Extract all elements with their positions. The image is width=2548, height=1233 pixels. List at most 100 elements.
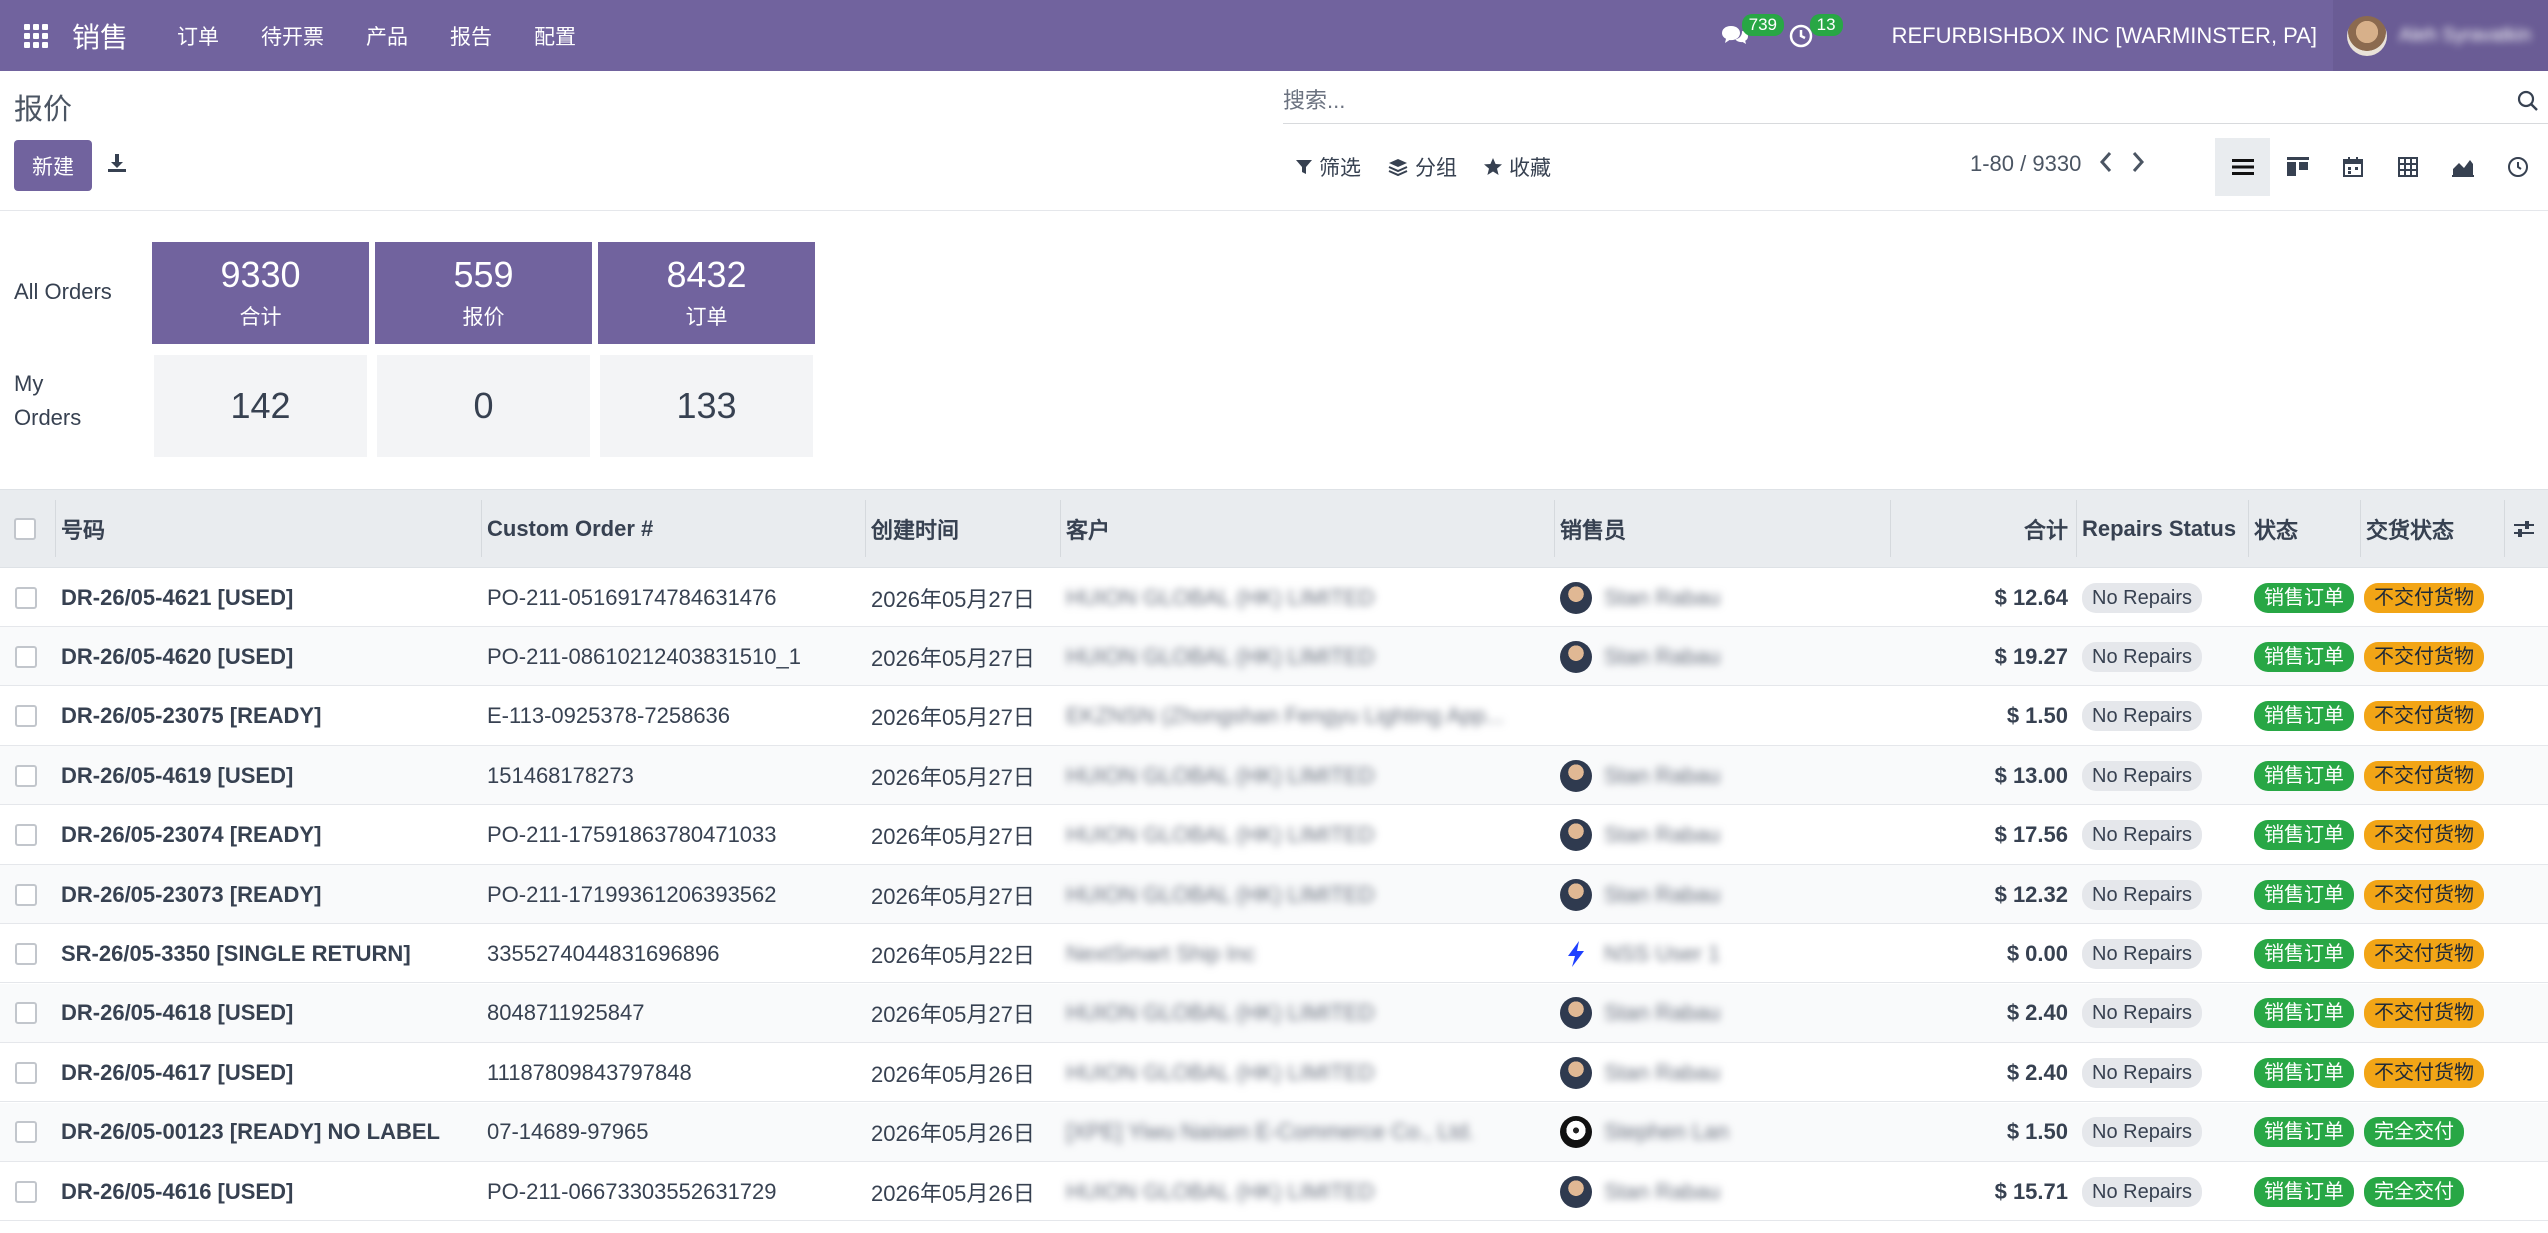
row-checkbox[interactable]	[15, 1002, 37, 1025]
repairs-status-badge: No Repairs	[2082, 938, 2203, 969]
custom-order-number: PO-211-17591863780471033	[487, 822, 777, 848]
company-switcher[interactable]: REFURBISHBOX INC [WARMINSTER, PA]	[1892, 23, 2317, 49]
sliders-icon	[2514, 520, 2534, 537]
salesperson-cell	[1560, 687, 1882, 746]
row-checkbox[interactable]	[15, 942, 37, 965]
customer-name: HUION GLOBAL (HK) LIMITED	[1066, 762, 1375, 788]
my-orders-sales-orders-tile[interactable]: 133	[600, 355, 813, 457]
menu-configuration[interactable]: 配置	[513, 0, 597, 71]
table-row[interactable]: DR-26/05-23074 [READY] PO-211-17591863780…	[0, 806, 2548, 865]
salesperson-name: Stan Rabau	[1604, 762, 1721, 788]
created-date: 2026年05月26日	[871, 1061, 1035, 1087]
state-badge: 销售订单	[2254, 701, 2354, 732]
repairs-status-badge: No Repairs	[2082, 1117, 2203, 1148]
pager-previous-button[interactable]	[2099, 148, 2113, 180]
select-all-checkbox[interactable]	[14, 517, 36, 540]
new-button[interactable]: 新建	[14, 140, 92, 191]
row-checkbox[interactable]	[15, 705, 37, 728]
row-checkbox[interactable]	[15, 883, 37, 906]
table-row[interactable]: DR-26/05-00123 [READY] NO LABEL 07-14689-…	[0, 1102, 2548, 1162]
tile-value: 133	[676, 385, 737, 426]
salesperson-name: Stan Rabau	[1604, 584, 1721, 610]
list-view-button[interactable]	[2215, 138, 2270, 196]
graph-view-button[interactable]	[2435, 138, 2490, 196]
search-button[interactable]	[2508, 90, 2548, 112]
row-checkbox[interactable]	[15, 1061, 37, 1084]
calendar-icon	[2342, 157, 2363, 177]
row-checkbox[interactable]	[15, 1180, 37, 1203]
user-menu[interactable]: Aleh Syravatkin	[2333, 0, 2548, 71]
list-icon	[2231, 159, 2254, 175]
kanban-icon	[2286, 157, 2309, 176]
column-header-salesperson[interactable]: 销售员	[1560, 490, 1626, 567]
salesperson-avatar	[1560, 819, 1592, 852]
table-row[interactable]: DR-26/05-4620 [USED] PO-211-0861021240383…	[0, 627, 2548, 687]
customer-name: HUION GLOBAL (HK) LIMITED	[1066, 881, 1375, 907]
table-row[interactable]: DR-26/05-4618 [USED] 8048711925847 2026年05…	[0, 983, 2548, 1043]
table-row[interactable]: DR-26/05-4617 [USED] 11187809843797848 202…	[0, 1043, 2548, 1103]
table-row[interactable]: DR-26/05-4619 [USED] 151468178273 2026年05月…	[0, 746, 2548, 806]
column-header-custom-order[interactable]: Custom Order #	[487, 490, 653, 567]
table-row[interactable]: SR-26/05-3350 [SINGLE RETURN] 33552740448…	[0, 924, 2548, 984]
all-orders-quotations-tile[interactable]: 559 报价	[375, 242, 592, 344]
all-orders-total-tile[interactable]: 9330 合计	[152, 242, 369, 344]
salesperson-cell: Stan Rabau	[1560, 865, 1882, 924]
order-number: DR-26/05-23074 [READY]	[61, 822, 322, 848]
row-checkbox[interactable]	[15, 586, 37, 609]
order-total: $ 19.27	[1994, 643, 2068, 669]
calendar-view-button[interactable]	[2325, 138, 2380, 196]
delivery-status-badge: 不交付货物	[2364, 879, 2484, 910]
created-date: 2026年05月27日	[871, 824, 1035, 850]
table-row[interactable]: DR-26/05-4616 [USED] PO-211-0667330355263…	[0, 1162, 2548, 1221]
table-row[interactable]: DR-26/05-23075 [READY] E-113-0925378-7258…	[0, 687, 2548, 746]
filter-toggle[interactable]: 筛选	[1295, 152, 1361, 182]
order-total: $ 1.50	[2006, 1119, 2068, 1145]
column-header-number[interactable]: 号码	[61, 490, 105, 567]
column-header-delivery-status[interactable]: 交货状态	[2366, 490, 2454, 567]
groupby-toggle[interactable]: 分组	[1387, 152, 1457, 182]
kanban-view-button[interactable]	[2270, 138, 2325, 196]
user-name: Aleh Syravatkin	[2399, 24, 2532, 46]
filter-label: 筛选	[1319, 157, 1361, 180]
area-chart-icon	[2451, 160, 2474, 177]
favorites-toggle[interactable]: 收藏	[1483, 152, 1551, 182]
delivery-status-badge: 不交付货物	[2364, 582, 2484, 613]
search-input[interactable]	[1283, 87, 2508, 114]
row-checkbox[interactable]	[15, 824, 37, 847]
custom-order-number: 11187809843797848	[487, 1059, 692, 1085]
activities-button[interactable]: 13	[1788, 0, 1843, 71]
messages-button[interactable]: 739	[1720, 0, 1784, 71]
row-checkbox[interactable]	[15, 1121, 37, 1144]
column-header-total[interactable]: 合计	[1896, 490, 2068, 567]
optional-columns-toggle[interactable]	[2512, 490, 2536, 567]
table-row[interactable]: DR-26/05-23073 [READY] PO-211-17199361206…	[0, 865, 2548, 924]
state-badge: 销售订单	[2254, 879, 2354, 910]
apps-menu-icon[interactable]	[0, 0, 72, 71]
activity-view-button[interactable]	[2490, 138, 2545, 196]
order-total: $ 12.32	[1994, 881, 2068, 907]
all-orders-sales-orders-tile[interactable]: 8432 订单	[598, 242, 815, 344]
menu-products[interactable]: 产品	[345, 0, 429, 71]
column-header-repairs-status[interactable]: Repairs Status	[2082, 490, 2236, 567]
customer-name: HUION GLOBAL (HK) LIMITED	[1066, 822, 1375, 848]
menu-reporting[interactable]: 报告	[429, 0, 513, 71]
my-orders-quotations-tile[interactable]: 0	[377, 355, 590, 457]
pivot-view-button[interactable]	[2380, 138, 2435, 196]
menu-orders[interactable]: 订单	[156, 0, 240, 71]
my-orders-total-tile[interactable]: 142	[154, 355, 367, 457]
pager-value[interactable]: 1-80 / 9330	[1970, 151, 2081, 177]
app-brand[interactable]: 销售	[72, 16, 128, 56]
order-number: DR-26/05-4617 [USED]	[61, 1059, 294, 1085]
menu-to-invoice[interactable]: 待开票	[240, 0, 345, 71]
created-date: 2026年05月22日	[871, 942, 1035, 968]
column-header-state[interactable]: 状态	[2254, 490, 2298, 567]
pager-next-button[interactable]	[2131, 148, 2145, 180]
column-header-created[interactable]: 创建时间	[871, 490, 959, 567]
row-checkbox[interactable]	[15, 645, 37, 668]
salesperson-name: Stan Rabau	[1604, 1178, 1721, 1204]
export-button[interactable]	[106, 152, 128, 179]
table-row[interactable]: DR-26/05-4621 [USED] PO-211-0516917478463…	[0, 568, 2548, 627]
column-header-customer[interactable]: 客户	[1066, 490, 1110, 567]
order-number: DR-26/05-23073 [READY]	[61, 881, 322, 907]
row-checkbox[interactable]	[15, 764, 37, 787]
